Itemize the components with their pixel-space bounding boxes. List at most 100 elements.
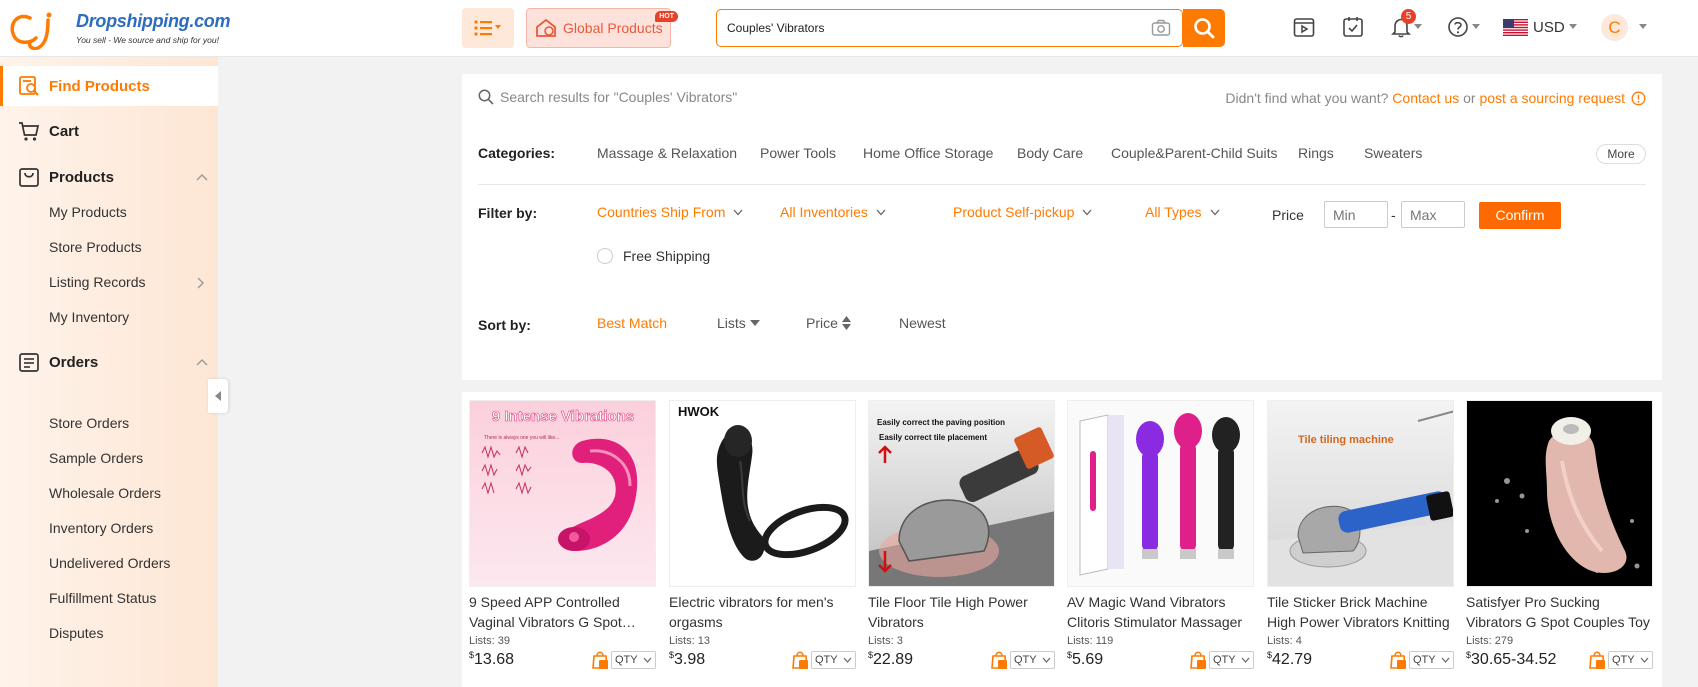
category-menu-button[interactable] <box>462 8 514 48</box>
filter-all-types[interactable]: All Types <box>1145 204 1220 220</box>
product-title[interactable]: Tile Floor Tile High Power Vibrators <box>868 592 1055 632</box>
add-to-list-icon[interactable] <box>990 650 1008 669</box>
sidebar-item-cart[interactable]: Cart <box>0 113 218 149</box>
category-power-tools[interactable]: Power Tools <box>760 145 836 161</box>
search-bar <box>716 9 1183 47</box>
sort-lists[interactable]: Lists <box>717 315 760 331</box>
search-input[interactable] <box>727 10 1127 46</box>
qty-selector[interactable]: QTY <box>1209 651 1254 669</box>
sort-best-match[interactable]: Best Match <box>597 315 667 331</box>
product-card[interactable]: 9 Intense Vibrations There is always one… <box>469 400 656 670</box>
video-icon[interactable] <box>1293 16 1315 38</box>
category-body-care[interactable]: Body Care <box>1017 145 1083 161</box>
product-lists-count: Lists: 119 <box>1067 635 1114 647</box>
product-card[interactable]: HWOK Electric vibrators for men's orgasm… <box>669 400 856 670</box>
confirm-price-button[interactable]: Confirm <box>1479 202 1561 229</box>
more-categories-button[interactable]: More <box>1596 144 1646 164</box>
product-title[interactable]: Tile Sticker Brick Machine High Power Vi… <box>1267 592 1454 632</box>
product-image[interactable] <box>1466 400 1653 587</box>
camera-icon[interactable] <box>1151 19 1171 37</box>
sidebar-item-store-orders[interactable]: Store Orders <box>49 415 129 431</box>
product-card[interactable]: Tile tiling machine Tile Sticker Brick M… <box>1267 400 1454 670</box>
category-sweaters[interactable]: Sweaters <box>1364 145 1422 161</box>
sort-price[interactable]: Price <box>806 315 851 331</box>
sidebar-item-inventory-orders[interactable]: Inventory Orders <box>49 520 153 536</box>
global-products-button[interactable]: Global Products HOT <box>526 8 678 48</box>
qty-selector[interactable]: QTY <box>611 651 656 669</box>
add-to-list-icon[interactable] <box>1189 650 1207 669</box>
sidebar-collapse-button[interactable] <box>208 379 228 413</box>
filter-product-self-pickup[interactable]: Product Self-pickup <box>953 204 1092 220</box>
sidebar-item-listing-records[interactable]: Listing Records <box>49 274 146 290</box>
free-shipping-option[interactable]: Free Shipping <box>597 248 710 264</box>
notification-count-badge: 5 <box>1401 9 1416 24</box>
qty-selector[interactable]: QTY <box>1409 651 1454 669</box>
category-massage-relaxation[interactable]: Massage & Relaxation <box>597 145 737 161</box>
qty-selector[interactable]: QTY <box>1608 651 1653 669</box>
qty-label: QTY <box>615 654 638 666</box>
product-image-caption: Easily correct the paving position <box>877 418 1005 427</box>
qty-label: QTY <box>1413 654 1436 666</box>
product-price: $42.79 <box>1267 650 1312 669</box>
sidebar-item-my-inventory[interactable]: My Inventory <box>49 309 129 325</box>
price-max-input[interactable] <box>1401 201 1465 228</box>
price-value: 3.98 <box>674 651 706 668</box>
sourcing-request-link[interactable]: post a sourcing request <box>1479 90 1625 106</box>
user-avatar[interactable]: C <box>1601 14 1628 41</box>
product-title[interactable]: 9 Speed APP Controlled Vaginal Vibrators… <box>469 592 656 632</box>
sidebar-item-orders[interactable]: Orders <box>0 344 218 380</box>
product-card[interactable]: Easily correct the paving position Easil… <box>868 400 1055 670</box>
info-icon[interactable] <box>1631 91 1646 106</box>
sidebar-item-products[interactable]: Products <box>0 159 218 195</box>
add-to-list-icon[interactable] <box>791 650 809 669</box>
price-min-input[interactable] <box>1324 201 1388 228</box>
product-title[interactable]: AV Magic Wand Vibrators Clitoris Stimula… <box>1067 592 1254 632</box>
category-couple-parent-child-suits[interactable]: Couple&Parent-Child Suits <box>1111 145 1278 161</box>
help-icon[interactable] <box>1447 16 1469 38</box>
add-to-list-icon[interactable] <box>1588 650 1606 669</box>
contact-us-link[interactable]: Contact us <box>1392 90 1459 106</box>
dropshipping-logo[interactable]: Dropshipping.com You sell - We source an… <box>8 8 231 50</box>
category-home-office-storage[interactable]: Home Office Storage <box>863 145 993 161</box>
sidebar-item-undelivered-orders[interactable]: Undelivered Orders <box>49 555 170 571</box>
filter-all-inventories[interactable]: All Inventories <box>780 204 886 220</box>
product-image[interactable] <box>1067 400 1254 587</box>
chevron-down-icon <box>1082 209 1092 215</box>
bell-caret-icon <box>1414 24 1422 29</box>
free-shipping-radio[interactable] <box>597 248 613 264</box>
chevron-down-icon <box>1042 657 1051 663</box>
sidebar-item-disputes[interactable]: Disputes <box>49 625 103 641</box>
currency-caret-icon <box>1569 24 1577 29</box>
currency-selector[interactable]: USD <box>1533 19 1565 36</box>
product-image[interactable]: Tile tiling machine <box>1267 400 1454 587</box>
product-image[interactable]: Easily correct the paving position Easil… <box>868 400 1055 587</box>
product-title[interactable]: Electric vibrators for men's orgasms <box>669 592 856 632</box>
sidebar-item-wholesale-orders[interactable]: Wholesale Orders <box>49 485 161 501</box>
price-dash: - <box>1391 207 1396 223</box>
sidebar-item-store-products[interactable]: Store Products <box>49 239 142 255</box>
sidebar-item-sample-orders[interactable]: Sample Orders <box>49 450 143 466</box>
sidebar-item-find-products-row[interactable]: Find Products <box>0 68 218 104</box>
add-to-list-icon[interactable] <box>1389 650 1407 669</box>
product-image[interactable]: HWOK <box>669 400 856 587</box>
category-rings[interactable]: Rings <box>1298 145 1334 161</box>
product-image[interactable]: 9 Intense Vibrations There is always one… <box>469 400 656 587</box>
product-card[interactable]: AV Magic Wand Vibrators Clitoris Stimula… <box>1067 400 1254 670</box>
price-label: Price <box>1272 207 1304 223</box>
sort-newest[interactable]: Newest <box>899 315 946 331</box>
caret-left-icon <box>215 391 221 401</box>
qty-label: QTY <box>1213 654 1236 666</box>
task-checklist-icon[interactable] <box>1342 16 1364 38</box>
product-title[interactable]: Satisfyer Pro Sucking Vibrators G Spot C… <box>1466 592 1653 632</box>
qty-selector[interactable]: QTY <box>811 651 856 669</box>
search-button[interactable] <box>1183 9 1225 47</box>
qty-selector[interactable]: QTY <box>1010 651 1055 669</box>
filter-countries-ship-from[interactable]: Countries Ship From <box>597 204 743 220</box>
product-price: $30.65-34.52 <box>1466 650 1556 669</box>
price-value: 30.65-34.52 <box>1471 651 1557 668</box>
product-card[interactable]: Satisfyer Pro Sucking Vibrators G Spot C… <box>1466 400 1653 670</box>
sidebar-item-my-products[interactable]: My Products <box>49 204 127 220</box>
product-price: $5.69 <box>1067 650 1103 669</box>
add-to-list-icon[interactable] <box>591 650 609 669</box>
sidebar-item-fulfillment-status[interactable]: Fulfillment Status <box>49 590 156 606</box>
